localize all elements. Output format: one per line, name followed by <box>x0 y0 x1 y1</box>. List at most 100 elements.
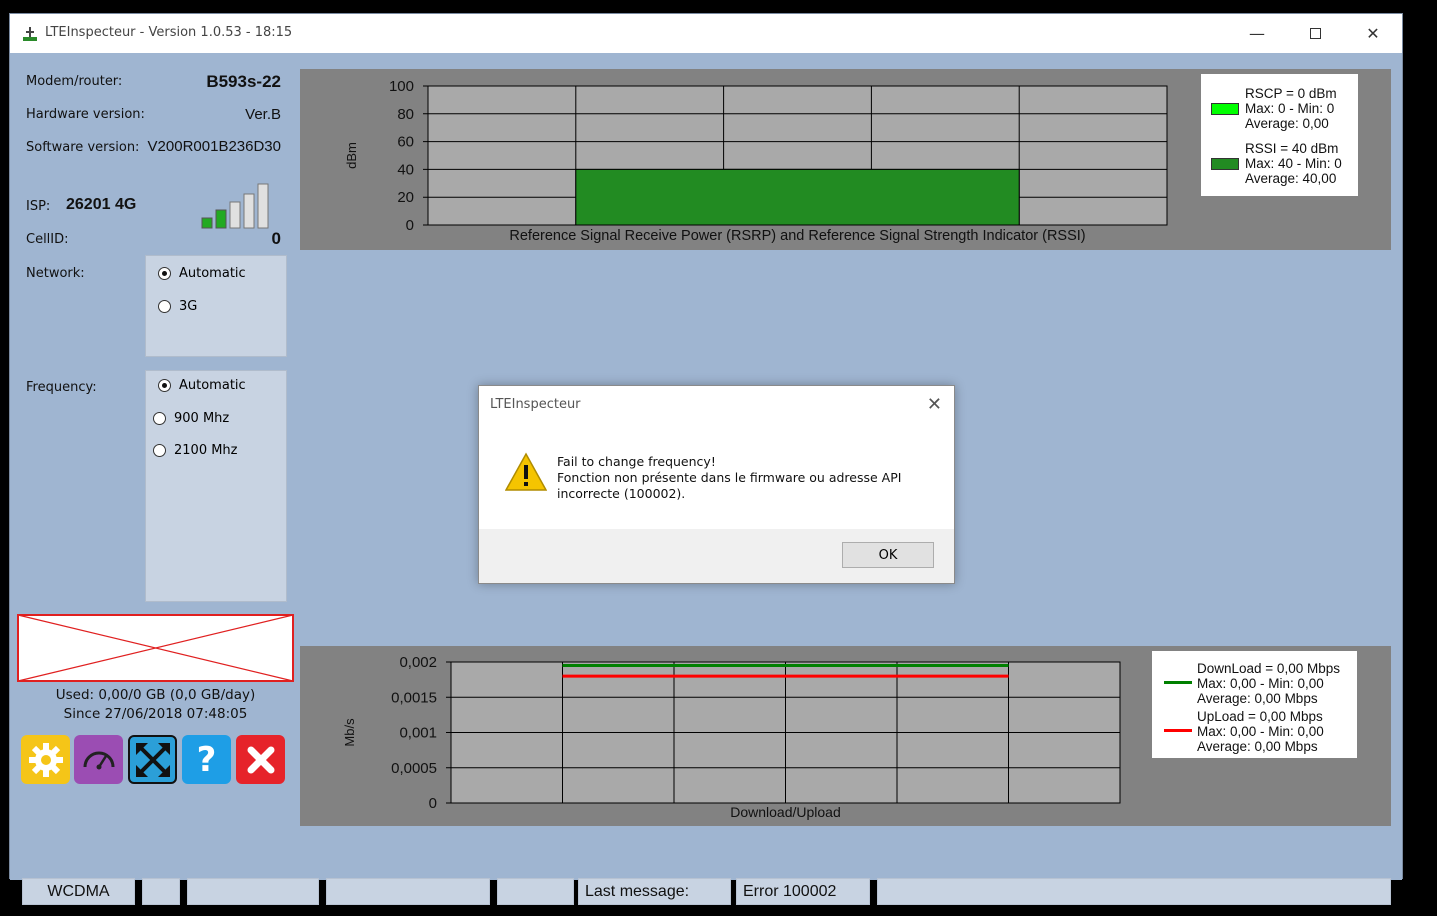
ok-button[interactable]: OK <box>842 542 934 568</box>
usage-since: Since 27/06/2018 07:48:05 <box>63 706 248 722</box>
network-option-automatic[interactable]: Automatic <box>158 266 246 281</box>
window-title: LTEInspecteur - Version 1.0.53 - 18:15 <box>45 25 293 40</box>
software-label: Software version: <box>26 140 140 155</box>
dialog-title: LTEInspecteur <box>490 397 581 412</box>
speedometer-icon <box>83 751 114 769</box>
dialog-message-line1: Fail to change frequency! <box>557 454 716 469</box>
legend-swatch-rssi <box>1211 158 1239 170</box>
speed-legend: DownLoad = 0,00 Mbps Max: 0,00 - Min: 0,… <box>1152 651 1357 758</box>
y-tick-label: 0 <box>406 217 414 234</box>
y-tick-label: 0,0015 <box>391 689 437 706</box>
status-field-empty-1 <box>142 878 180 905</box>
signal-strength-icon <box>201 183 269 229</box>
legend-swatch-rscp <box>1211 103 1239 115</box>
help-button[interactable]: ? <box>182 735 231 784</box>
title-bar[interactable]: LTEInspecteur - Version 1.0.53 - 18:15 —… <box>10 14 1402 53</box>
close-window-button[interactable]: ✕ <box>1344 14 1402 53</box>
status-field-empty-4 <box>497 878 574 905</box>
status-network-type: WCDMA <box>22 878 135 905</box>
minimize-icon: — <box>1249 24 1265 43</box>
isp-label: ISP: <box>26 199 51 214</box>
status-field-empty-5 <box>877 878 1391 905</box>
y-tick-label: 0 <box>429 795 437 812</box>
legend-rscp-line1: RSCP = 0 dBm <box>1245 86 1337 101</box>
expand-arrows-icon <box>135 742 170 777</box>
legend-download-line2: Max: 0,00 - Min: 0,00 <box>1197 676 1324 691</box>
fullscreen-button[interactable] <box>128 735 177 784</box>
network-label: Network: <box>26 266 85 281</box>
status-field-empty-2 <box>187 878 319 905</box>
frequency-option-automatic[interactable]: Automatic <box>158 378 246 393</box>
signal-chart: 100 80 60 40 20 0 dBm Reference Signal Receive … <box>344 78 1168 244</box>
legend-upload-line3: Average: 0,00 Mbps <box>1197 739 1318 754</box>
dialog-message: Fail to change frequency! Fonction non p… <box>557 454 927 502</box>
radio-label: 900 Mhz <box>174 411 230 426</box>
missing-image-icon <box>17 614 294 682</box>
radio-label: 3G <box>179 299 198 314</box>
y-tick-label: 40 <box>397 161 414 178</box>
dialog-close-button[interactable]: ✕ <box>927 394 942 415</box>
y-axis-label: Mb/s <box>342 718 357 747</box>
y-tick-label: 80 <box>397 106 414 123</box>
cellid-value: 0 <box>271 229 281 248</box>
legend-line-upload <box>1164 729 1192 732</box>
hardware-label: Hardware version: <box>26 107 145 122</box>
dialog-message-line3: incorrecte (100002). <box>557 486 686 501</box>
radio-icon <box>153 444 166 457</box>
signal-legend: RSCP = 0 dBm Max: 0 - Min: 0 Average: 0,… <box>1201 74 1358 196</box>
warning-icon <box>505 452 547 491</box>
status-field-empty-3 <box>326 878 490 905</box>
cellid-label: CellID: <box>26 232 69 247</box>
legend-rssi-line3: Average: 40,00 <box>1245 171 1337 186</box>
legend-upload-line1: UpLoad = 0,00 Mbps <box>1197 709 1323 724</box>
usage-used: Used: 0,00/0 GB (0,0 GB/day) <box>55 687 256 703</box>
legend-rssi-line1: RSSI = 40 dBm <box>1245 141 1339 156</box>
modem-label: Modem/router: <box>26 74 123 89</box>
radio-label: Automatic <box>179 266 246 281</box>
legend-download-line3: Average: 0,00 Mbps <box>1197 691 1318 706</box>
app-icon <box>23 27 37 41</box>
y-tick-label: 100 <box>389 78 414 95</box>
signal-chart-panel: 100 80 60 40 20 0 dBm Reference Signal Receive … <box>300 69 1391 250</box>
legend-rscp-line3: Average: 0,00 <box>1245 116 1329 131</box>
gear-icon <box>28 742 63 777</box>
software-value: V200R001B236D30 <box>147 138 281 155</box>
radio-selected-icon <box>158 267 171 280</box>
error-dialog: LTEInspecteur ✕ Fail to change frequency… <box>478 385 955 584</box>
maximize-icon <box>1309 28 1321 39</box>
legend-download-line1: DownLoad = 0,00 Mbps <box>1197 661 1340 676</box>
y-tick-label: 20 <box>397 189 414 206</box>
legend-rscp-line2: Max: 0 - Min: 0 <box>1245 101 1335 116</box>
minimize-button[interactable]: — <box>1228 14 1286 53</box>
y-axis-label: dBm <box>344 142 359 169</box>
y-tick-label: 0,002 <box>399 654 437 671</box>
network-option-3g[interactable]: 3G <box>158 299 197 314</box>
close-icon <box>247 746 274 773</box>
hardware-value: Ver.B <box>245 106 281 123</box>
speed-chart: 0,002 0,0015 0,001 0,0005 0 Mb/s Download/Uplo… <box>342 654 1121 820</box>
radio-label: 2100 Mhz <box>174 443 238 458</box>
y-tick-label: 0,001 <box>399 725 437 742</box>
frequency-option-900[interactable]: 900 Mhz <box>153 411 229 426</box>
exit-button[interactable] <box>236 735 285 784</box>
speedtest-button[interactable] <box>74 735 123 784</box>
x-axis-label: Download/Upload <box>730 804 841 820</box>
radio-icon <box>158 300 171 313</box>
chart-title: Reference Signal Receive Power (RSRP) an… <box>509 228 1085 244</box>
maximize-button[interactable] <box>1286 14 1344 53</box>
close-icon: ✕ <box>1366 24 1380 43</box>
modem-value: B593s-22 <box>206 72 281 91</box>
settings-button[interactable] <box>21 735 70 784</box>
legend-line-download <box>1164 681 1192 684</box>
frequency-option-2100[interactable]: 2100 Mhz <box>153 443 238 458</box>
radio-icon <box>153 412 166 425</box>
isp-value: 26201 4G <box>66 196 137 213</box>
legend-upload-line2: Max: 0,00 - Min: 0,00 <box>1197 724 1324 739</box>
status-last-message-label: Last message: <box>578 878 731 905</box>
radio-label: Automatic <box>179 378 246 393</box>
network-radio-group: Automatic 3G <box>145 255 287 357</box>
status-last-message-value: Error 100002 <box>736 878 870 905</box>
dialog-message-line2: Fonction non présente dans le firmware o… <box>557 470 902 485</box>
help-icon: ? <box>196 739 217 780</box>
y-tick-label: 0,0005 <box>391 760 437 777</box>
